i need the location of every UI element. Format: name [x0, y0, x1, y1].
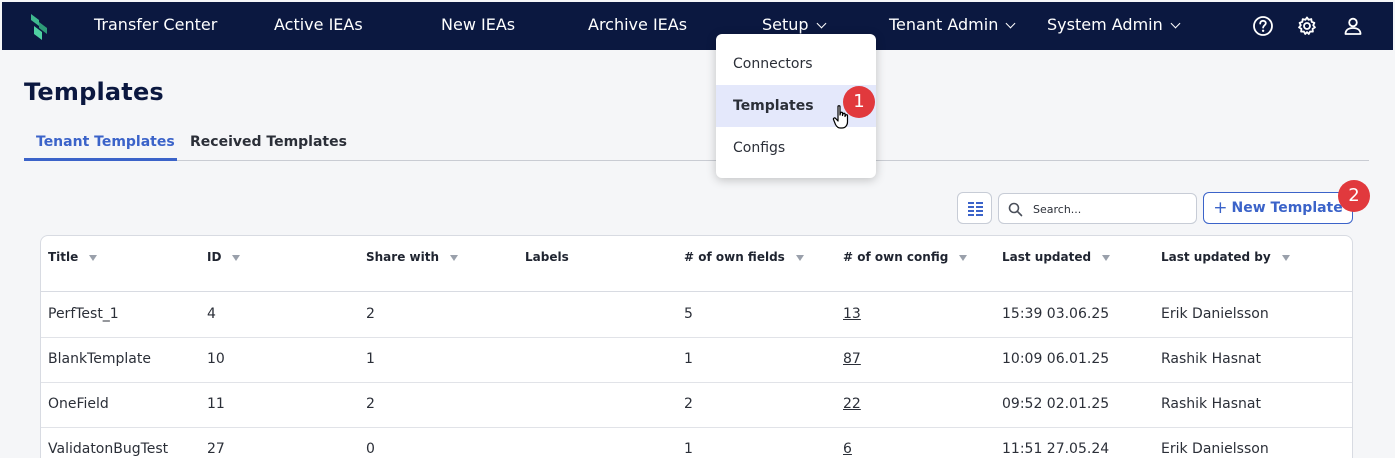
- filter-icon[interactable]: [795, 255, 804, 261]
- table-row[interactable]: OneField 11 2 2 22 09:52 02.01.25 Rashik…: [41, 383, 1352, 428]
- cell-own-fields: 2: [684, 396, 693, 412]
- column-header-label: Title: [48, 250, 79, 264]
- cell-title: OneField: [48, 396, 109, 412]
- cell-title: BlankTemplate: [48, 351, 151, 367]
- column-header-label: Last updated: [1002, 250, 1092, 264]
- step-badge-2: 2: [1338, 180, 1370, 212]
- plus-icon: +: [1213, 198, 1228, 218]
- filter-icon[interactable]: [232, 255, 241, 261]
- nav-archive-ieas-label: Archive IEAs: [588, 15, 688, 34]
- tab-received-templates[interactable]: Received Templates: [190, 134, 347, 150]
- column-header-own-config[interactable]: # of own config: [843, 250, 968, 264]
- nav-transfer-center[interactable]: Transfer Center: [94, 15, 217, 35]
- nav-active-ieas-label: Active IEAs: [274, 15, 363, 34]
- filter-icon[interactable]: [959, 255, 968, 261]
- cell-last-updated-by: Erik Danielsson: [1161, 441, 1269, 457]
- column-header-last-updated[interactable]: Last updated: [1002, 250, 1111, 264]
- cell-id: 11: [207, 396, 225, 412]
- filter-icon[interactable]: [1102, 255, 1111, 261]
- nav-system-admin[interactable]: System Admin: [1047, 15, 1181, 35]
- column-header-last-updated-by[interactable]: Last updated by: [1161, 250, 1290, 264]
- column-header-own-fields[interactable]: # of own fields: [684, 250, 804, 264]
- user-icon[interactable]: [1342, 15, 1364, 37]
- cell-own-fields: 5: [684, 306, 693, 322]
- search-box[interactable]: [998, 193, 1197, 224]
- column-settings-button[interactable]: [957, 192, 992, 224]
- menu-item-connectors[interactable]: Connectors: [716, 43, 876, 85]
- templates-table: Title ID Share with Labels # of own fiel…: [40, 235, 1353, 458]
- cell-own-config-link[interactable]: 87: [843, 351, 861, 367]
- tabs-divider: [24, 160, 1369, 161]
- filter-icon[interactable]: [450, 255, 458, 261]
- columns-icon: [968, 202, 983, 216]
- cell-title: PerfTest_1: [48, 306, 119, 322]
- cell-share-with: 0: [366, 441, 375, 457]
- gear-icon[interactable]: [1296, 15, 1318, 37]
- column-header-label: # of own config: [843, 250, 949, 264]
- nav-setup[interactable]: Setup: [762, 15, 827, 35]
- filter-icon[interactable]: [89, 255, 98, 261]
- cell-share-with: 1: [366, 351, 375, 367]
- cell-last-updated: 11:51 27.05.24: [1002, 441, 1110, 457]
- new-template-label: New Template: [1231, 200, 1343, 216]
- nav-system-admin-label: System Admin: [1047, 15, 1163, 34]
- chevron-down-icon: [1170, 18, 1181, 29]
- cell-last-updated: 10:09 06.01.25: [1002, 351, 1110, 367]
- cell-share-with: 2: [366, 396, 375, 412]
- column-header-label: # of own fields: [684, 250, 785, 264]
- nav-active-ieas[interactable]: Active IEAs: [274, 15, 363, 35]
- search-icon: [1008, 202, 1023, 217]
- cell-title: ValidatonBugTest: [48, 441, 169, 457]
- nav-new-ieas-label: New IEAs: [441, 15, 516, 34]
- nav-tenant-admin-label: Tenant Admin: [889, 15, 999, 34]
- cell-own-config-link[interactable]: 22: [843, 396, 861, 412]
- tab-tenant-templates[interactable]: Tenant Templates: [36, 134, 175, 150]
- cell-own-config-link[interactable]: 13: [843, 306, 861, 322]
- cell-share-with: 2: [366, 306, 375, 322]
- chevron-down-icon: [816, 18, 827, 29]
- column-header-label: Labels: [525, 250, 569, 264]
- column-header-labels[interactable]: Labels: [525, 250, 569, 264]
- nav-tenant-admin[interactable]: Tenant Admin: [889, 15, 1016, 35]
- step-badge-1: 1: [843, 86, 875, 118]
- help-icon[interactable]: [1252, 15, 1274, 37]
- cell-id: 10: [207, 351, 225, 367]
- filter-icon[interactable]: [1281, 255, 1290, 261]
- cell-last-updated-by: Erik Danielsson: [1161, 306, 1269, 322]
- table-row[interactable]: ValidatonBugTest 27 0 1 6 11:51 27.05.24…: [41, 428, 1352, 458]
- active-tab-indicator: [24, 158, 177, 161]
- cell-last-updated-by: Rashik Hasnat: [1161, 396, 1261, 412]
- column-header-label: Last updated by: [1161, 250, 1271, 264]
- menu-item-configs[interactable]: Configs: [716, 127, 876, 169]
- header-divider: [41, 291, 1352, 292]
- new-template-button[interactable]: + New Template: [1203, 192, 1353, 224]
- cell-own-fields: 1: [684, 441, 693, 457]
- nav-transfer-center-label: Transfer Center: [94, 15, 218, 34]
- column-header-id[interactable]: ID: [207, 250, 241, 264]
- column-header-label: ID: [207, 250, 222, 264]
- chevron-down-icon: [1005, 18, 1016, 29]
- column-header-title[interactable]: Title: [48, 250, 98, 264]
- cell-last-updated: 15:39 03.06.25: [1002, 306, 1110, 322]
- cell-own-config-link[interactable]: 6: [843, 441, 852, 457]
- column-header-label: Share with: [366, 250, 439, 264]
- table-row[interactable]: BlankTemplate 10 1 1 87 10:09 06.01.25 R…: [41, 338, 1352, 383]
- nav-setup-label: Setup: [762, 15, 809, 34]
- cell-id: 27: [207, 441, 225, 457]
- cell-id: 4: [207, 306, 216, 322]
- search-input[interactable]: [1033, 200, 1188, 218]
- nav-new-ieas[interactable]: New IEAs: [441, 15, 515, 35]
- page-title: Templates: [24, 78, 164, 106]
- column-header-share-with[interactable]: Share with: [366, 250, 458, 264]
- app-logo-icon[interactable]: [28, 12, 50, 42]
- cell-last-updated-by: Rashik Hasnat: [1161, 351, 1261, 367]
- top-nav-bar: Transfer Center Active IEAs New IEAs Arc…: [2, 2, 1393, 50]
- cell-last-updated: 09:52 02.01.25: [1002, 396, 1110, 412]
- cell-own-fields: 1: [684, 351, 693, 367]
- table-row[interactable]: PerfTest_1 4 2 5 13 15:39 03.06.25 Erik …: [41, 293, 1352, 338]
- nav-archive-ieas[interactable]: Archive IEAs: [588, 15, 687, 35]
